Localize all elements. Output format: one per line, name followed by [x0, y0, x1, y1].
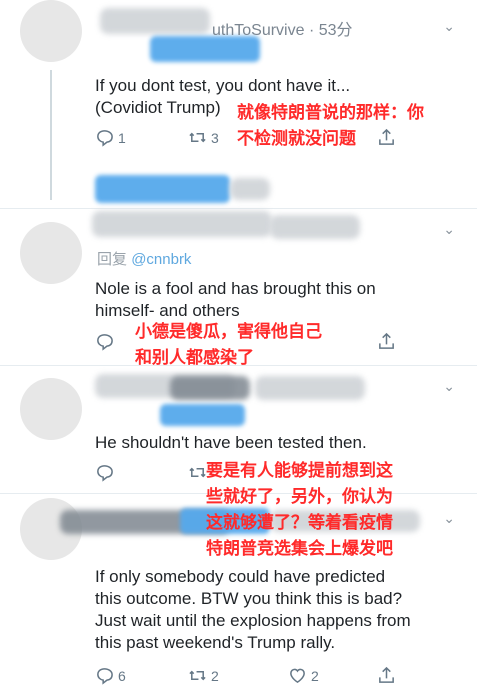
annotation-overlay: 要是有人能够提前想到这 些就好了，另外，你认为 这就够遭了？等着看疫情 特朗普竞…: [206, 461, 393, 559]
tweet-2[interactable]: ⌄ 回复 @cnnbrk Nole is a fool and has brou…: [0, 209, 477, 368]
chevron-down-icon[interactable]: ⌄: [443, 18, 455, 35]
reply-count: 1: [118, 129, 126, 146]
action-bar: 6 2 2: [95, 666, 415, 688]
avatar[interactable]: [20, 222, 82, 284]
like-button[interactable]: 2: [288, 666, 319, 685]
reply-button[interactable]: 6: [95, 666, 126, 685]
replying-to: 回复 @cnnbrk: [97, 251, 192, 268]
heart-icon: [290, 668, 305, 684]
share-button[interactable]: [377, 666, 396, 685]
tweet-1[interactable]: uthToSurvive · 53分 ⌄ If you dont test, y…: [0, 0, 477, 207]
reply-button[interactable]: [95, 332, 114, 351]
redacted-name: [100, 8, 210, 34]
thread-line: [50, 70, 52, 200]
like-count: 2: [311, 667, 319, 684]
chevron-down-icon[interactable]: ⌄: [443, 510, 455, 527]
reply-icon: [97, 130, 113, 147]
redacted-handle: [270, 215, 360, 239]
chevron-down-icon[interactable]: ⌄: [443, 221, 455, 238]
reply-icon: [97, 334, 113, 351]
annotation-overlay: 就像特朗普说的那样：你 不检测就没问题: [237, 103, 424, 149]
avatar[interactable]: [20, 378, 82, 440]
retweet-icon: [189, 132, 206, 143]
retweet-button[interactable]: 2: [188, 666, 219, 685]
share-icon: [379, 332, 394, 349]
tweet-text: He shouldn't have been tested then.: [95, 433, 367, 452]
retweet-count: 3: [211, 129, 219, 146]
tweet-text: Nole is a fool and has brought this on h…: [95, 279, 376, 320]
redacted-blue: [160, 404, 245, 426]
reply-button[interactable]: [95, 463, 114, 482]
redacted-gray: [230, 178, 270, 200]
annotation-overlay: 小德是傻瓜，害得他自己 和别人都感染了: [135, 322, 322, 368]
retweet-button[interactable]: [188, 463, 207, 482]
retweet-count: 2: [211, 667, 219, 684]
chevron-down-icon[interactable]: ⌄: [443, 378, 455, 395]
retweet-icon: [189, 670, 206, 681]
mention-link[interactable]: @cnnbrk: [131, 251, 191, 268]
share-button[interactable]: [377, 332, 396, 351]
retweet-icon: [189, 467, 206, 478]
reply-count: 6: [118, 667, 126, 684]
redacted-name-dark: [170, 376, 250, 400]
reply-button[interactable]: 1: [95, 128, 126, 147]
tweet-text: If only somebody could have predicted th…: [95, 567, 411, 652]
reply-icon: [97, 668, 113, 685]
redacted-blue: [95, 175, 230, 203]
redacted-handle: [255, 376, 365, 400]
redacted-name: [92, 211, 272, 237]
avatar[interactable]: [20, 0, 82, 62]
share-icon: [379, 666, 394, 683]
reply-icon: [97, 465, 113, 482]
retweet-button[interactable]: 3: [188, 128, 219, 147]
handle-and-time: uthToSurvive · 53分: [212, 22, 353, 39]
